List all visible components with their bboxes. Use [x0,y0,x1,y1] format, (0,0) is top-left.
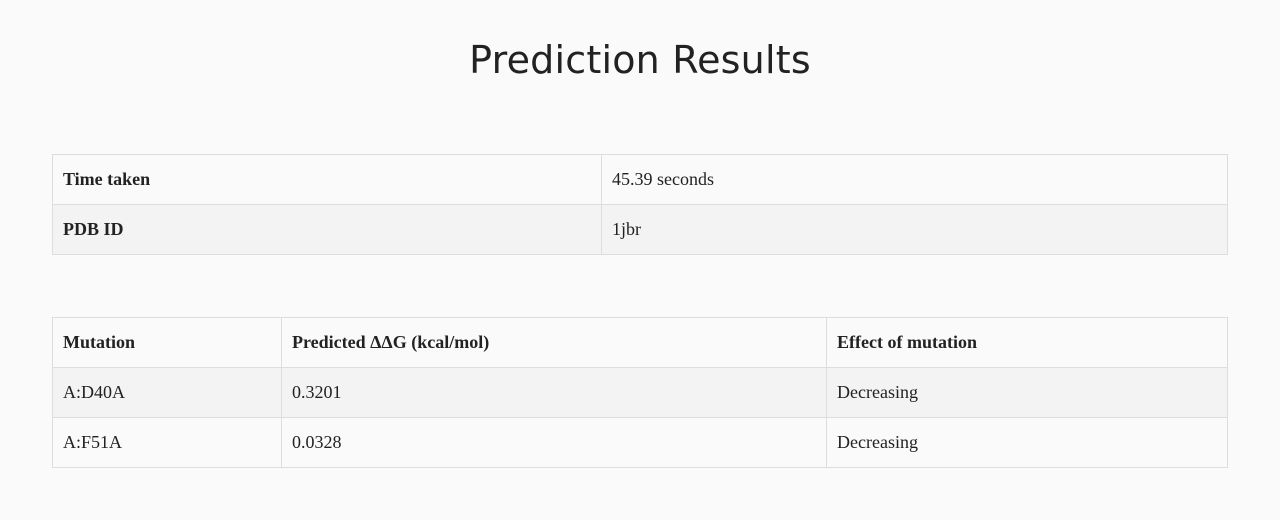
header-effect: Effect of mutation [826,317,1228,368]
info-table: Time taken 45.39 seconds PDB ID 1jbr [52,154,1228,255]
info-row-time-taken: Time taken 45.39 seconds [52,154,1228,205]
header-predicted-ddg: Predicted ΔΔG (kcal/mol) [281,317,827,368]
table-row: A:F51A 0.0328 Decreasing [52,417,1228,468]
info-row-pdb-id: PDB ID 1jbr [52,204,1228,255]
results-header-row: Mutation Predicted ΔΔG (kcal/mol) Effect… [52,317,1228,368]
header-mutation: Mutation [52,317,282,368]
effect-cell: Decreasing [826,417,1228,468]
info-value-time-taken: 45.39 seconds [601,154,1228,205]
ddg-cell: 0.3201 [281,367,827,418]
mutation-cell: A:F51A [52,417,282,468]
info-value-pdb-id: 1jbr [601,204,1228,255]
table-row: A:D40A 0.3201 Decreasing [52,367,1228,418]
results-table: Mutation Predicted ΔΔG (kcal/mol) Effect… [52,317,1228,468]
page-title: Prediction Results [469,38,811,82]
ddg-cell: 0.0328 [281,417,827,468]
info-label-pdb-id: PDB ID [52,204,602,255]
mutation-cell: A:D40A [52,367,282,418]
effect-cell: Decreasing [826,367,1228,418]
info-label-time-taken: Time taken [52,154,602,205]
